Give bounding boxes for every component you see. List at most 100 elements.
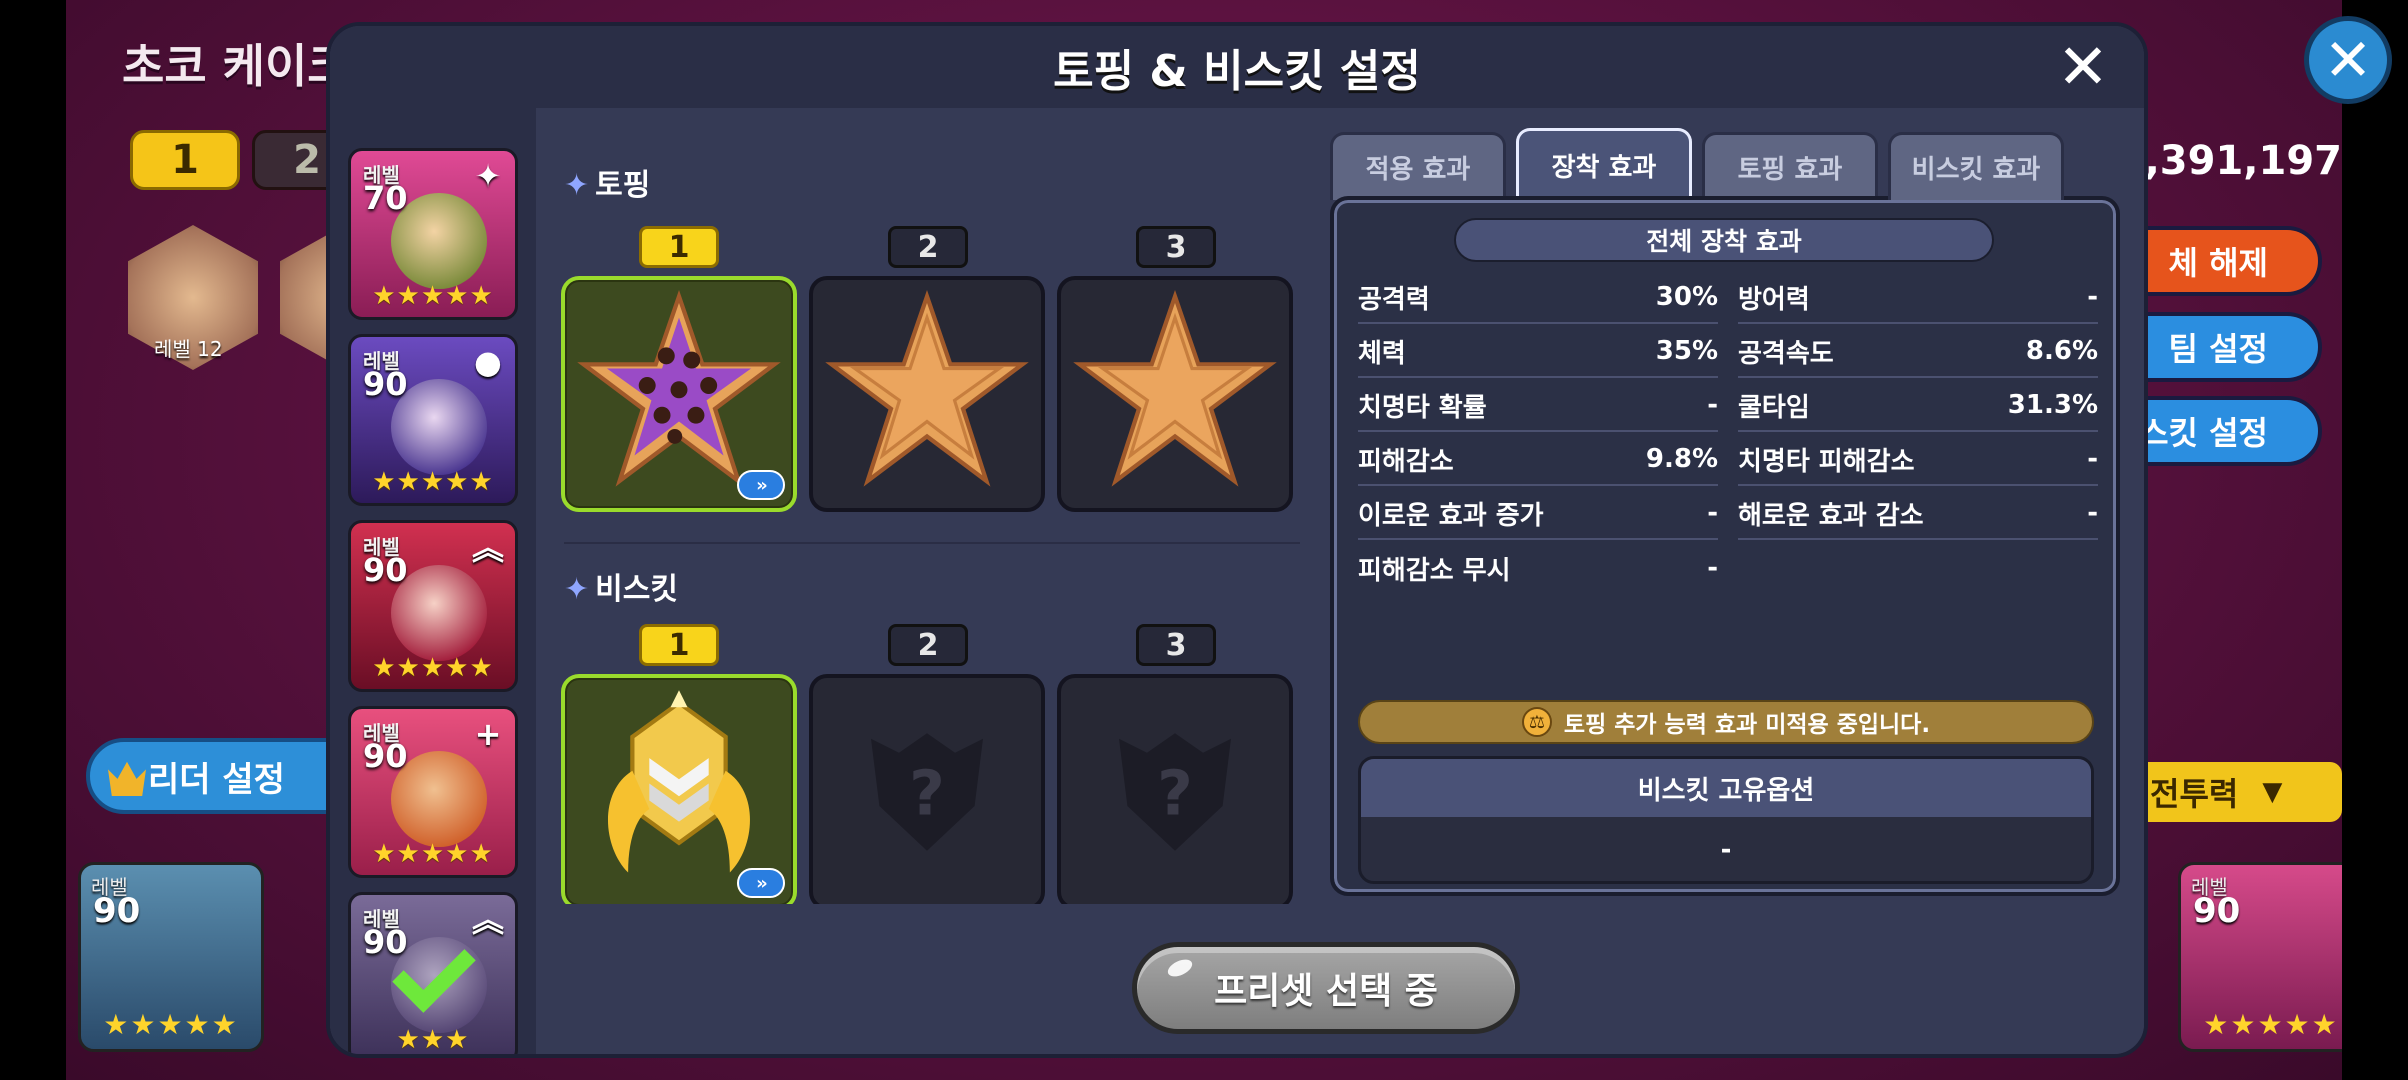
double-chevron-icon[interactable]: » [737, 868, 785, 898]
unique-option-title: 비스킷 고유옵션 [1361, 759, 2091, 817]
tab-applied-effect[interactable]: 적용 효과 [1330, 132, 1506, 200]
empty-biscuit-icon: ? [1119, 733, 1231, 851]
bomb-icon: ● [474, 343, 502, 381]
background-title: 초코 케이크 [122, 39, 350, 93]
golden-biscuit-icon [607, 690, 751, 873]
biscuit-slot-number: 2 [888, 624, 968, 666]
stat-value: - [1707, 553, 1718, 583]
stat-name: 치명타 피해감소 [1738, 446, 1915, 477]
effect-stats-panel: 전체 장착 효과 공격력 30% 체력 35% 치명타 확률 - 피해감소 9.… [1330, 196, 2120, 896]
cookie-card-selected[interactable]: 레벨 90 ︽ ★★★ [348, 892, 518, 1054]
star-rating: ★★★★★ [372, 467, 494, 497]
biscuit-slot-1[interactable]: » [561, 674, 797, 910]
stat-row: 치명타 피해감소 - [1738, 434, 2098, 486]
biscuit-label-text: 비스킷 [595, 572, 678, 607]
level-number: 90 [2193, 891, 2241, 931]
scale-icon: ⚖ [1521, 707, 1552, 737]
leader-setting-label: 리더 설정 [148, 759, 285, 800]
empty-biscuit-icon: ? [871, 733, 983, 851]
biscuit-slot-number: 1 [639, 624, 719, 666]
warning-text: 토핑 추가 능력 효과 미적용 중입니다. [1563, 712, 1931, 738]
preset-select-button[interactable]: 프리셋 선택 중 [1132, 942, 1520, 1034]
choco-topping-icon [577, 289, 781, 487]
tab-topping-effect[interactable]: 토핑 효과 [1702, 132, 1878, 200]
star-rating: ★★★★★ [372, 839, 494, 869]
stat-name: 피해감소 무시 [1358, 555, 1511, 586]
stat-value: - [2087, 444, 2098, 474]
star-rating: ★★★★★ [372, 653, 494, 683]
wand-icon: ✦ [474, 157, 502, 195]
stat-row: 피해감소 무시 - [1358, 542, 1718, 594]
stat-row: 체력 35% [1358, 326, 1718, 378]
cookie-card[interactable]: 레벨 90 ● ★★★★★ [348, 334, 518, 506]
bottom-cookie-card[interactable]: 레벨 90 ★★★★★ [2178, 862, 2342, 1052]
topping-label-text: 토핑 [595, 168, 651, 203]
stat-row: 피해감소 9.8% [1358, 434, 1718, 486]
biscuit-slot-number: 3 [1136, 624, 1216, 666]
biscuit-slot-3[interactable]: ? [1057, 674, 1293, 910]
stat-value: - [1707, 498, 1718, 528]
stat-value: 31.3% [2007, 390, 2098, 420]
stat-name: 공격력 [1358, 284, 1430, 315]
stat-name: 공격속도 [1738, 338, 1834, 369]
cookie-card[interactable]: 레벨 90 + ★★★★★ [348, 706, 518, 878]
section-divider [564, 542, 1300, 544]
tab-biscuit-effect[interactable]: 비스킷 효과 [1888, 132, 2064, 200]
question-mark: ? [909, 757, 945, 829]
stat-name: 방어력 [1738, 284, 1810, 315]
bottom-cookie-card[interactable]: 레벨 90 ★★★★★ [78, 862, 264, 1052]
close-icon: ✕ [2057, 30, 2109, 103]
tab-equip-effect[interactable]: 장착 효과 [1516, 128, 1692, 200]
background-token-label: 레벨 12 [154, 337, 223, 361]
sparkle-icon: ✦ [564, 168, 590, 203]
crown-icon [108, 761, 146, 796]
topping-biscuit-modal: 토핑 & 비스킷 설정 ✕ 레벨 70 ✦ ★★★★★ 레벨 90 ● ★★★★… [326, 22, 2148, 1058]
chevron-down-icon: ▼ [2262, 777, 2283, 807]
level-number: 90 [363, 923, 408, 961]
biscuit-slot-2[interactable]: ? [809, 674, 1045, 910]
stat-row: 치명타 확률 - [1358, 380, 1718, 432]
double-chevron-icon[interactable]: » [737, 470, 785, 500]
unequip-all-label: 체 해제 [2168, 244, 2268, 282]
sparkle-icon: ✦ [564, 572, 590, 607]
double-chevron-up-icon: ︽ [471, 529, 504, 567]
cookie-list[interactable]: 레벨 70 ✦ ★★★★★ 레벨 90 ● ★★★★★ 레벨 90 ︽ ★★★★… [330, 108, 536, 1054]
coin-amount: 1,391,197 [2116, 138, 2342, 184]
team-setting-label: 팀 설정 [2168, 330, 2268, 368]
topping-slot-3[interactable] [1057, 276, 1293, 512]
empty-topping-icon [825, 289, 1029, 487]
level-number: 70 [363, 179, 408, 217]
topping-slot-number: 1 [639, 226, 719, 268]
question-mark: ? [1157, 757, 1193, 829]
stat-value: 30% [1655, 282, 1718, 312]
modal-close-button[interactable]: ✕ [2052, 36, 2114, 98]
close-icon: ✕ [2323, 26, 2373, 94]
star-rating: ★★★★★ [2203, 1008, 2339, 1041]
double-chevron-up-icon: ︽ [471, 901, 504, 939]
stat-row: 쿨타임 31.3% [1738, 380, 2098, 432]
topping-slot-number: 2 [888, 226, 968, 268]
stat-value: 9.8% [1645, 444, 1718, 474]
background-tab-1[interactable]: 1 [130, 130, 240, 190]
cookie-card[interactable]: 레벨 70 ✦ ★★★★★ [348, 148, 518, 320]
cookie-card[interactable]: 레벨 90 ︽ ★★★★★ [348, 520, 518, 692]
stat-value: - [2087, 498, 2098, 528]
sort-power-dropdown[interactable]: 전투력 ▼ [2132, 762, 2342, 822]
topping-slot-number: 3 [1136, 226, 1216, 268]
stat-name: 피해감소 [1358, 446, 1454, 477]
topping-slot-1[interactable]: » [561, 276, 797, 512]
stat-row: 방어력 - [1738, 272, 2098, 324]
level-number: 90 [363, 365, 408, 403]
biscuit-unique-option-box: 비스킷 고유옵션 - [1358, 756, 2094, 884]
stat-name: 쿨타임 [1738, 392, 1810, 423]
stat-row: 공격력 30% [1358, 272, 1718, 324]
topping-slot-2[interactable] [809, 276, 1045, 512]
stat-name: 치명타 확률 [1358, 392, 1487, 423]
unique-option-value: - [1720, 835, 1732, 865]
preset-select-label: 프리셋 선택 중 [1214, 971, 1438, 1012]
biscuit-section-label: ✦ 비스킷 [564, 564, 678, 608]
stat-row: 공격속도 8.6% [1738, 326, 2098, 378]
outer-close-button[interactable]: ✕ [2304, 16, 2392, 104]
modal-header: 토핑 & 비스킷 설정 ✕ [330, 26, 2144, 108]
stat-name: 이로운 효과 증가 [1358, 500, 1544, 531]
